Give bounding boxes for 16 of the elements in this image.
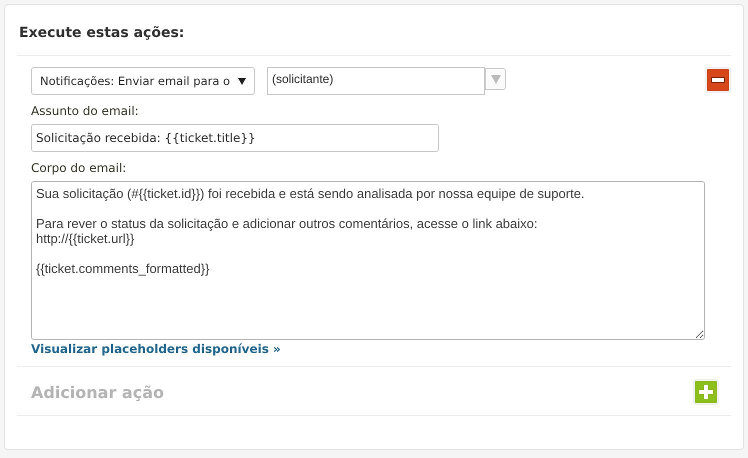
remove-button[interactable] xyxy=(705,67,731,93)
add-action-label: Adicionar ação xyxy=(31,382,164,402)
caret-icon xyxy=(490,74,500,84)
minus-icon xyxy=(711,77,725,83)
add-button[interactable] xyxy=(693,379,719,405)
recipient-field[interactable]: (solicitante) xyxy=(267,67,485,95)
dropdown-button[interactable] xyxy=(485,68,506,90)
plus-icon xyxy=(699,385,713,399)
placeholders-link[interactable]: Visualizar placeholders disponíveis » xyxy=(31,342,705,356)
body-label: Corpo do email: xyxy=(31,161,128,175)
subject-field[interactable]: Solicitação recebida: {{ticket.title}} xyxy=(31,124,439,152)
body-field[interactable]: Sua solicitação (#{{ticket.id}}) foi recebida e está sendo analisada por nossa equipe de suporte. Para rever o status da solicitação e adicionar outros comentários, acesse o link abaixo: http://{{ticket.url}} {{ticket.comments_formatted}} xyxy=(31,181,705,340)
subject-label: Assunto do email: xyxy=(31,104,140,118)
section-title: Execute estas ações: xyxy=(17,5,731,56)
caret-icon xyxy=(238,78,246,84)
action-select[interactable]: Notificações: Enviar email para o xyxy=(31,67,255,95)
